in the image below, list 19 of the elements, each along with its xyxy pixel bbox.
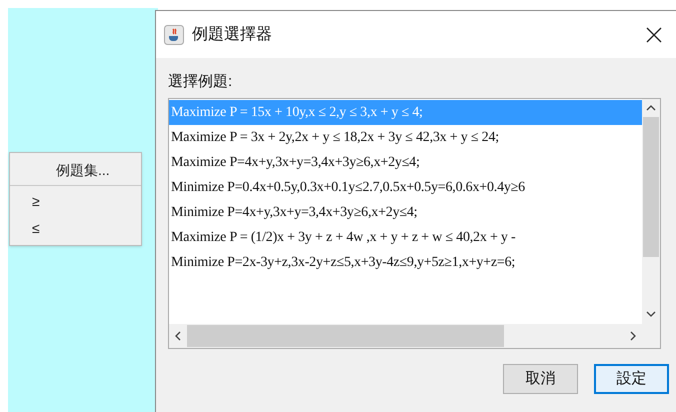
scroll-thumb[interactable] — [643, 117, 659, 257]
list-item[interactable]: Maximize P = (1/2)x + 3y + z + 4w ,x + y + z + w ≤ 40,2x + y - — [169, 225, 643, 250]
prompt-label: 選擇例題: — [168, 72, 234, 92]
cancel-button[interactable]: 取消 — [503, 364, 578, 394]
menu-item[interactable]: 例題集... — [10, 156, 141, 185]
list-item[interactable]: Maximize P=4x+y,3x+y=3,4x+3y≥6,x+2y≤4; — [169, 150, 643, 175]
list-item[interactable]: Minimize P=0.4x+0.5y,0.3x+0.1y≤2.7,0.5x+0.5y=6,0.6x+0.4y≥6 — [169, 175, 643, 200]
scroll-thumb[interactable] — [187, 325, 504, 347]
horizontal-scrollbar[interactable] — [169, 324, 660, 348]
close-icon[interactable] — [646, 26, 662, 42]
window-title: 例題選擇器 — [192, 24, 272, 44]
list-item[interactable]: Minimize P=2x-3y+z,3x-2y+z≤5,x+3y-4z≤9,y+5z≥1,x+y+z=6; — [169, 250, 643, 275]
list-item[interactable]: Minimize P=4x+y,3x+y=3,4x+3y≥6,x+2y≤4; — [169, 200, 643, 225]
menu-item[interactable]: ≥ — [10, 188, 141, 215]
list-item[interactable]: Maximize P = 3x + 2y,2x + y ≤ 18,2x + 3y ≤ 42,3x + y ≤ 24; — [169, 125, 643, 150]
confirm-button[interactable]: 設定 — [594, 364, 669, 394]
coffee-cup-icon — [164, 24, 184, 44]
vertical-scrollbar[interactable] — [642, 99, 660, 325]
menu-item[interactable]: ≤ — [10, 215, 141, 242]
